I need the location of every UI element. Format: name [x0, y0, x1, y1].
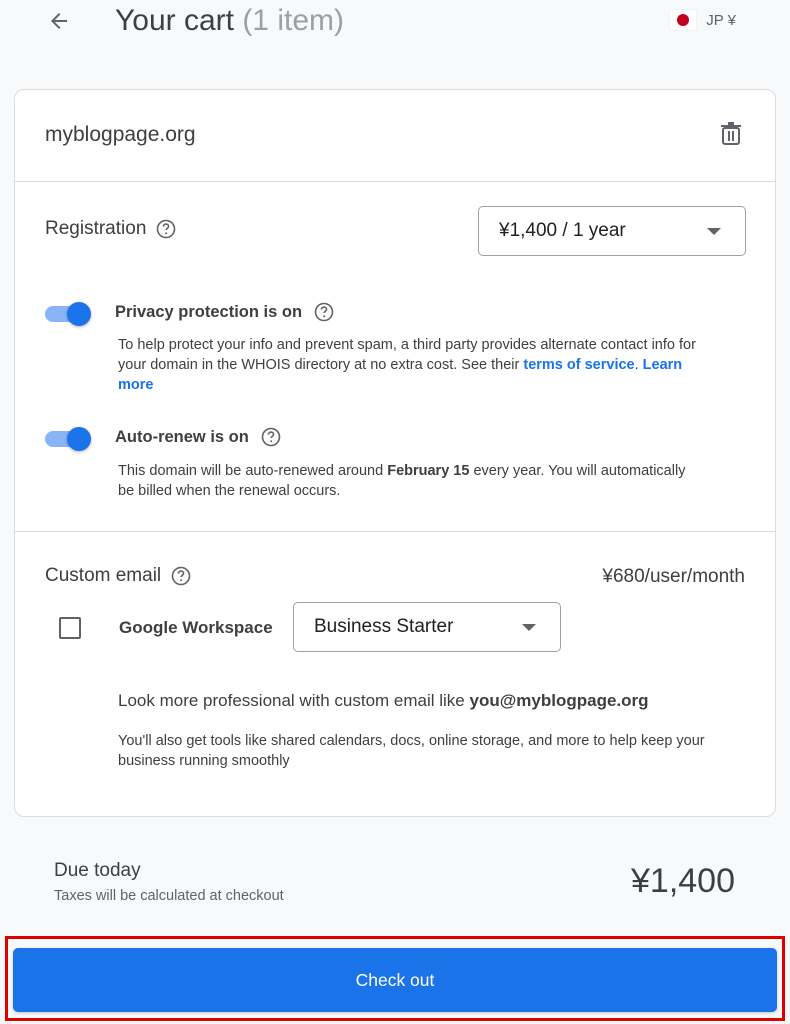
caret-down-icon [522, 624, 536, 631]
custom-email-promo: Look more professional with custom email… [118, 691, 649, 710]
privacy-description: To help protect your info and prevent sp… [118, 337, 696, 393]
help-icon[interactable] [171, 566, 191, 586]
registration-label-row: Registration [45, 218, 176, 240]
back-button[interactable] [42, 6, 76, 40]
workspace-plan-value: Business Starter [314, 616, 454, 637]
renewal-date: February 15 [387, 463, 470, 479]
privacy-label: Privacy protection is on [115, 302, 303, 321]
workspace-plan-select[interactable]: Business Starter [293, 602, 561, 652]
custom-email-description: You'll also get tools like shared calend… [118, 733, 705, 769]
privacy-toggle[interactable] [45, 302, 91, 326]
custom-email-price: ¥680/user/month [602, 566, 745, 587]
help-icon[interactable] [156, 219, 176, 239]
due-amount: ¥1,400 [631, 862, 735, 900]
due-today-label: Due today [54, 860, 141, 881]
tax-note: Taxes will be calculated at checkout [54, 888, 284, 904]
cart-header: Your cart (1 item) JP ¥ [0, 0, 790, 60]
arrow-left-icon [47, 9, 71, 38]
auto-renew-toggle[interactable] [45, 427, 91, 451]
registration-label: Registration [45, 218, 147, 239]
domain-name: myblogpage.org [45, 123, 196, 146]
google-workspace-label: Google Workspace [119, 618, 273, 637]
auto-renew-label: Auto-renew is on [115, 427, 249, 446]
auto-renew-label-row: Auto-renew is on [115, 427, 281, 447]
cart-page: Your cart (1 item) JP ¥ myblogpage.org R… [0, 0, 790, 1024]
terms-of-service-link[interactable]: terms of service [523, 357, 634, 373]
cart-item-card: myblogpage.org Registration ¥1,400 / 1 y… [14, 89, 776, 817]
auto-renew-description: This domain will be auto-renewed around … [118, 463, 686, 499]
help-icon[interactable] [314, 302, 334, 322]
japan-flag-icon [670, 10, 697, 30]
currency-selector[interactable]: JP ¥ [670, 10, 736, 30]
divider [15, 531, 775, 532]
item-count: (1 item) [242, 4, 344, 37]
currency-label: JP ¥ [706, 11, 736, 29]
delete-button[interactable] [717, 121, 745, 151]
divider [15, 181, 775, 182]
caret-down-icon [707, 228, 721, 235]
registration-term-value: ¥1,400 / 1 year [499, 220, 626, 241]
help-icon[interactable] [261, 427, 281, 447]
registration-term-select[interactable]: ¥1,400 / 1 year [478, 206, 746, 256]
privacy-label-row: Privacy protection is on [115, 302, 334, 322]
promo-email: you@myblogpage.org [469, 691, 649, 710]
page-title: Your cart (1 item) [115, 4, 344, 38]
custom-email-label-row: Custom email [45, 565, 191, 587]
page-title-text: Your cart [115, 4, 234, 37]
custom-email-label: Custom email [45, 565, 162, 586]
checkout-button[interactable]: Check out [13, 948, 777, 1012]
trash-icon [720, 121, 742, 151]
google-workspace-checkbox[interactable] [59, 617, 81, 639]
